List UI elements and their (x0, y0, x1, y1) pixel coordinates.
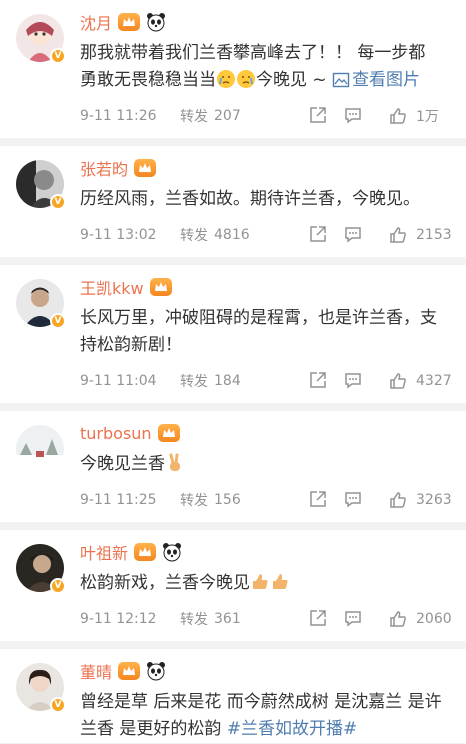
crown-badge-icon (134, 159, 157, 177)
like-count: 1万 (416, 109, 439, 125)
comment-item: V 叶祖新 松韵新戏，兰香今晚见 9-11 12:12 转发 361 2060 (0, 530, 466, 641)
repost-button[interactable]: 转发 207 (180, 106, 241, 126)
avatar[interactable] (16, 425, 64, 473)
crown-badge-icon (157, 424, 180, 442)
thumbs-up-emoji-icon (250, 572, 270, 592)
thumbs-up-icon (388, 106, 408, 126)
avatar[interactable]: V (16, 160, 66, 210)
share-icon[interactable] (308, 608, 328, 628)
timestamp: 9-11 11:04 (80, 373, 157, 389)
avatar[interactable]: V (16, 14, 66, 64)
username[interactable]: 叶祖新 (80, 540, 128, 564)
like-count: 4327 (416, 373, 452, 389)
like-count: 3263 (416, 492, 452, 508)
repost-count: 184 (214, 373, 241, 389)
username[interactable]: 王凯kkw (80, 275, 144, 299)
comment-text: 长风万里，冲破阻碍的是程霄，也是许兰香，支持松韵新剧！ (80, 308, 437, 355)
thumbs-up-emoji-icon (270, 572, 290, 592)
thumbs-up-icon (388, 371, 408, 391)
share-icon[interactable] (308, 489, 328, 509)
comment-footer: 9-11 13:02 转发 4816 2153 (80, 213, 452, 257)
crown-badge-icon (118, 662, 141, 680)
repost-count: 4816 (214, 227, 250, 243)
like-count: 2153 (416, 227, 452, 243)
image-icon (332, 71, 352, 91)
avatar-image (16, 425, 64, 473)
verified-badge-icon: V (50, 194, 66, 210)
repost-count: 207 (214, 108, 241, 124)
like-button[interactable]: 3263 (388, 478, 452, 522)
username[interactable]: 董晴 (80, 659, 112, 683)
crying-face-icon (216, 69, 236, 89)
comment-icon[interactable] (343, 370, 363, 390)
thumbs-up-icon (388, 609, 408, 629)
verified-badge-icon: V (50, 313, 66, 329)
comment-item: turbosun 今晚见兰香 9-11 11:25 转发 156 3263 (0, 411, 466, 522)
username[interactable]: 沈月 (80, 10, 112, 34)
timestamp: 9-11 11:25 (80, 492, 157, 508)
comment-footer: 9-11 11:26 转发 207 1万 (80, 94, 452, 138)
timestamp: 9-11 12:12 (80, 611, 157, 627)
share-icon[interactable] (308, 370, 328, 390)
comment-icon[interactable] (343, 608, 363, 628)
panda-icon (146, 661, 166, 681)
like-count: 2060 (416, 611, 452, 627)
victory-hand-icon (165, 453, 185, 473)
comment-icon[interactable] (343, 489, 363, 509)
comment-icon[interactable] (343, 224, 363, 244)
thumbs-up-icon (388, 225, 408, 245)
verified-badge-icon: V (50, 697, 66, 713)
panda-icon (146, 12, 166, 32)
crown-badge-icon (134, 543, 157, 561)
panda-icon (162, 542, 182, 562)
repost-button[interactable]: 转发 361 (180, 609, 241, 629)
avatar[interactable]: V (16, 279, 66, 329)
comment-item: V 沈月 那我就带着我们兰香攀高峰去了！！ 每一步都勇敢无畏稳稳当当 今晚见 ~ … (0, 0, 466, 138)
share-icon[interactable] (308, 224, 328, 244)
avatar[interactable]: V (16, 544, 66, 594)
like-button[interactable]: 4327 (388, 359, 452, 403)
comment-feed: V 沈月 那我就带着我们兰香攀高峰去了！！ 每一步都勇敢无畏稳稳当当 今晚见 ~ … (0, 0, 466, 744)
comment-icon[interactable] (343, 105, 363, 125)
share-icon[interactable] (308, 105, 328, 125)
thumbs-up-icon (388, 490, 408, 510)
comment-item: V 董晴 曾经是草 后来是花 而今蔚然成树 是沈嘉兰 是许兰香 是更好的松韵 #… (0, 649, 466, 743)
crying-face-icon (236, 69, 256, 89)
comment-text: 历经风雨，兰香如故。期待许兰香，今晚见。 (80, 189, 420, 209)
crown-badge-icon (118, 13, 141, 31)
username[interactable]: turbosun (80, 424, 152, 443)
verified-badge-icon: V (50, 48, 66, 64)
comment-text: 那我就带着我们兰香攀高峰去了！！ 每一步都勇敢无畏稳稳当当 今晚见 ~ 查看图片 (80, 43, 426, 90)
verified-badge-icon: V (50, 578, 66, 594)
hashtag-link[interactable]: #兰香如故开播# (227, 719, 358, 739)
timestamp: 9-11 13:02 (80, 227, 157, 243)
repost-button[interactable]: 转发 156 (180, 490, 241, 510)
username[interactable]: 张若昀 (80, 156, 128, 180)
avatar[interactable]: V (16, 663, 66, 713)
comment-item: V 王凯kkw 长风万里，冲破阻碍的是程霄，也是许兰香，支持松韵新剧！ 9-11… (0, 265, 466, 403)
crown-badge-icon (149, 278, 172, 296)
like-button[interactable]: 2153 (388, 213, 452, 257)
repost-button[interactable]: 转发 4816 (180, 225, 250, 245)
like-button[interactable]: 1万 (388, 94, 439, 138)
repost-button[interactable]: 转发 184 (180, 371, 241, 391)
comment-footer: 9-11 11:25 转发 156 3263 (80, 478, 452, 522)
comment-item: V 张若昀 历经风雨，兰香如故。期待许兰香，今晚见。 9-11 13:02 转发… (0, 146, 466, 257)
timestamp: 9-11 11:26 (80, 108, 157, 124)
comment-text: 今晚见兰香 (80, 451, 452, 478)
comment-footer: 9-11 12:12 转发 361 2060 (80, 597, 452, 641)
comment-text: 松韵新戏，兰香今晚见 (80, 570, 452, 597)
comment-footer: 9-11 11:04 转发 184 4327 (80, 359, 452, 403)
repost-count: 156 (214, 492, 241, 508)
like-button[interactable]: 2060 (388, 597, 452, 641)
comment-text: 曾经是草 后来是花 而今蔚然成树 是沈嘉兰 是许兰香 是更好的松韵 #兰香如故开… (80, 692, 442, 739)
repost-count: 361 (214, 611, 241, 627)
view-image-link[interactable]: 查看图片 (332, 70, 420, 90)
